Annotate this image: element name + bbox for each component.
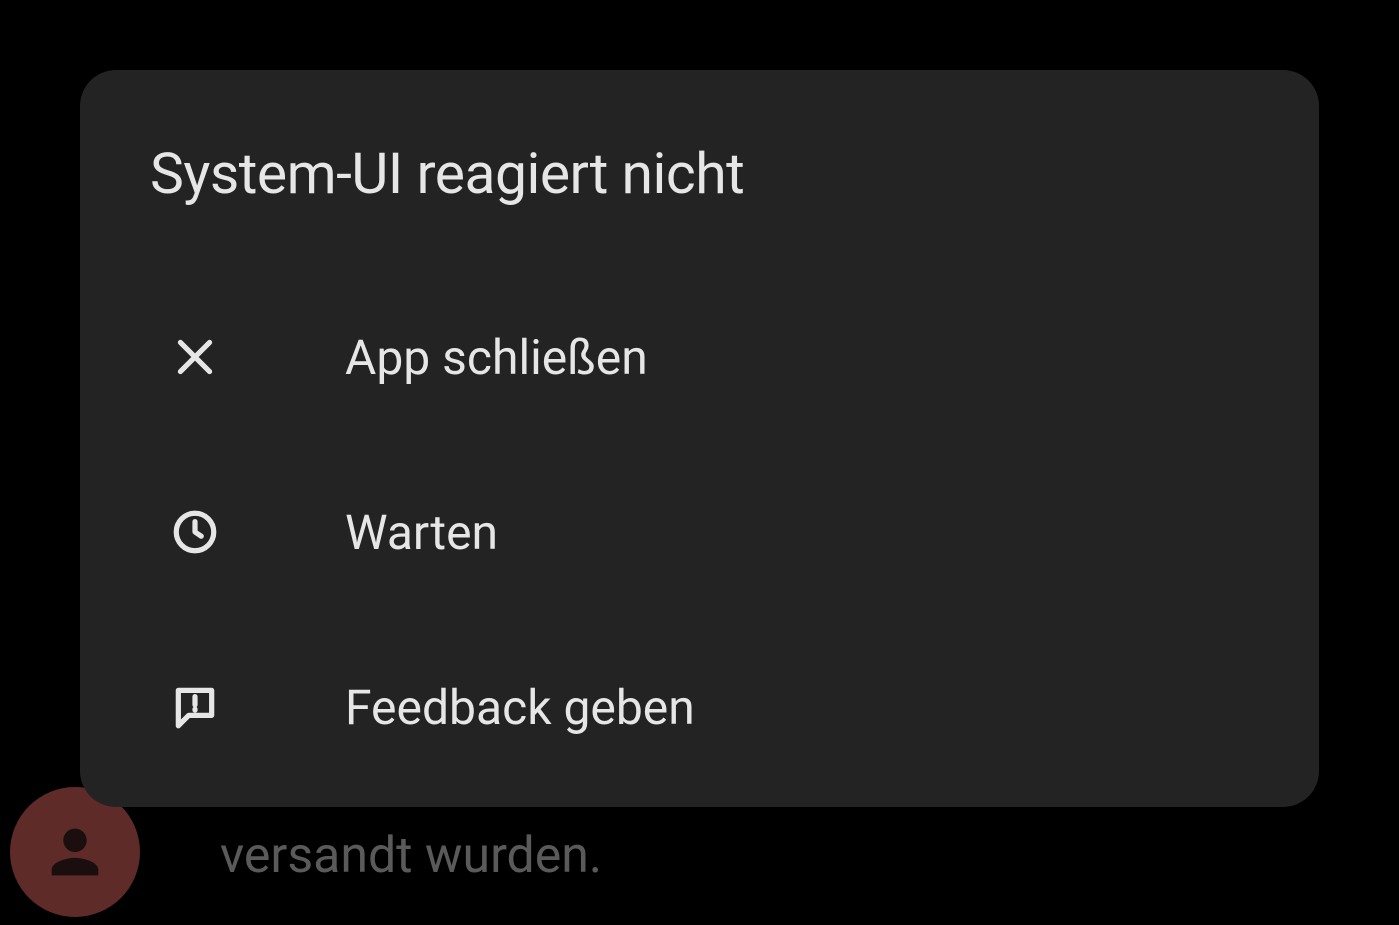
wait-label: Warten <box>345 504 498 561</box>
close-app-label: App schließen <box>345 329 648 386</box>
dialog-title: System-UI reagiert nicht <box>150 140 1249 207</box>
anr-dialog: System-UI reagiert nicht App schließen W… <box>80 70 1319 807</box>
close-app-option[interactable]: App schließen <box>150 307 1249 407</box>
background-text: versandt wurden. <box>220 827 602 885</box>
clock-icon <box>165 502 225 562</box>
wait-option[interactable]: Warten <box>150 482 1249 582</box>
feedback-label: Feedback geben <box>345 679 695 736</box>
person-icon <box>40 817 110 887</box>
close-icon <box>165 327 225 387</box>
feedback-icon <box>165 677 225 737</box>
feedback-option[interactable]: Feedback geben <box>150 657 1249 757</box>
